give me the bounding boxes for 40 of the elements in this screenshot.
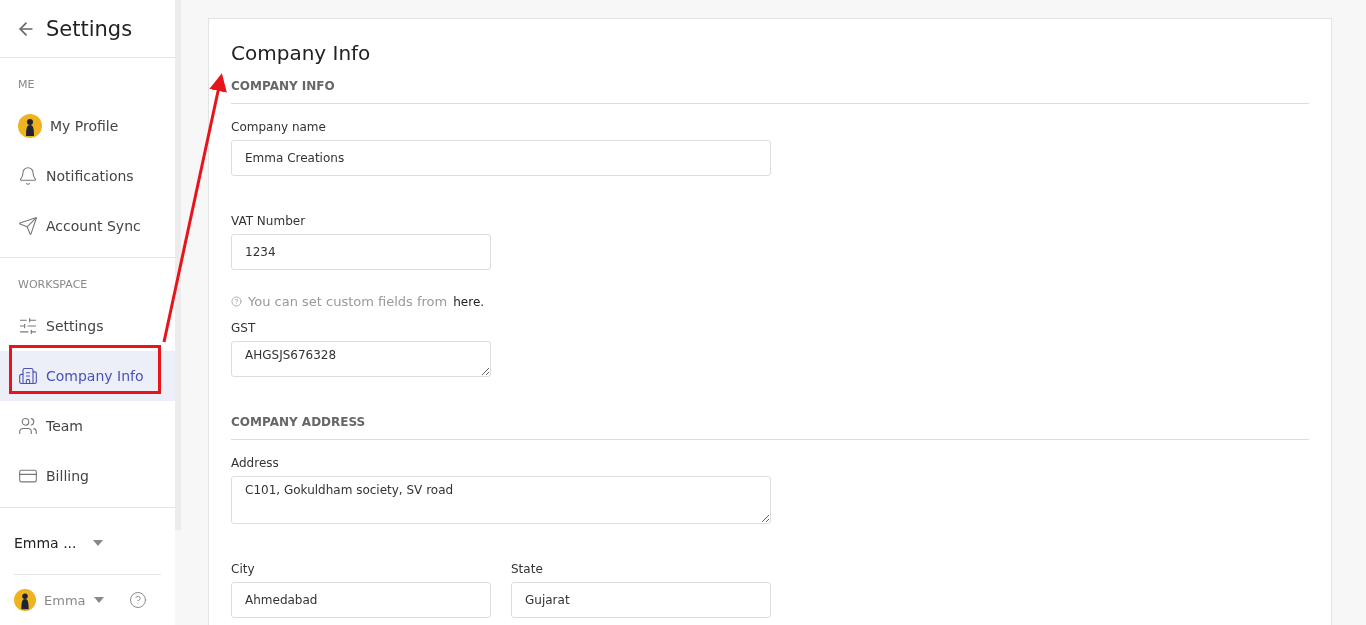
sidebar-item[interactable]: My Profile xyxy=(0,101,175,151)
users-icon xyxy=(18,416,38,436)
section-heading: ME xyxy=(17,78,36,93)
sidebar-item[interactable]: Settings xyxy=(0,301,175,351)
field-label: State xyxy=(511,562,544,576)
input-field[interactable]: 1234 xyxy=(231,234,491,270)
section-heading: COMPANY ADDRESS xyxy=(231,415,1309,440)
sidebar-title: Settings xyxy=(46,16,133,41)
help-icon[interactable] xyxy=(129,591,147,609)
input-field[interactable]: Emma Creations xyxy=(231,140,771,176)
hint-text: You can set custom fields from xyxy=(248,294,448,309)
section-heading: WORKSPACE xyxy=(17,278,89,293)
field-label: VAT Number xyxy=(231,214,307,228)
user-name[interactable]: Emma xyxy=(44,592,86,608)
bell-icon xyxy=(18,166,38,186)
text-area[interactable]: C101, Gokuldham society, SV road xyxy=(231,476,771,524)
sidebar-item[interactable]: Account Sync xyxy=(0,201,175,251)
avatar-icon xyxy=(18,114,42,138)
field-label: GST xyxy=(231,321,257,335)
sidebar-item[interactable]: Company Info xyxy=(0,351,175,401)
caret-icon[interactable] xyxy=(93,597,104,603)
avatar-icon xyxy=(14,589,36,611)
input-field[interactable]: Gujarat xyxy=(511,582,771,618)
sidebar-item[interactable]: Billing xyxy=(0,451,175,501)
here-link[interactable]: here. xyxy=(453,294,485,309)
sliders-icon xyxy=(18,316,38,336)
send-icon xyxy=(18,216,38,236)
page-title: Company Info xyxy=(231,41,372,65)
input-field[interactable]: Ahmedabad xyxy=(231,582,491,618)
text-area[interactable]: AHGSJS676328 xyxy=(231,341,491,377)
field-label: Company name xyxy=(231,120,327,134)
field-label: City xyxy=(231,562,256,576)
workspace-name[interactable]: Emma ... xyxy=(14,535,77,551)
field-label: Address xyxy=(231,456,280,470)
help-icon xyxy=(231,296,242,307)
sidebar-item[interactable]: Notifications xyxy=(0,151,175,201)
section-heading: COMPANY INFO xyxy=(231,79,1309,104)
sidebar-item[interactable]: Team xyxy=(0,401,175,451)
building-icon xyxy=(18,366,38,386)
caret-icon[interactable] xyxy=(92,540,103,546)
